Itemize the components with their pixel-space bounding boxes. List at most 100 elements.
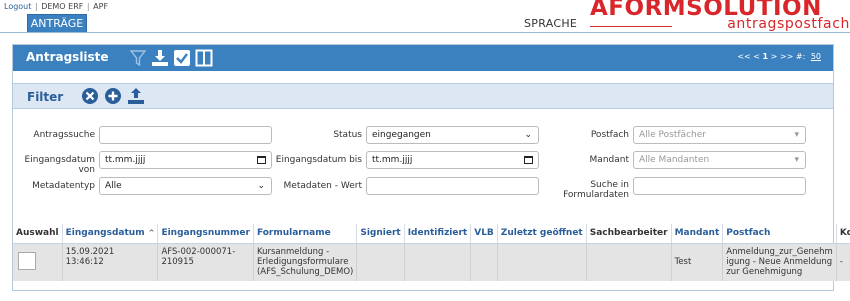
- pager: << < 1 > >> #: 50: [737, 52, 821, 61]
- column-identifiziert[interactable]: Identifiziert: [403, 224, 471, 244]
- language-menu[interactable]: SPRACHE: [524, 17, 577, 30]
- cell-line: 15.09.2021: [65, 246, 115, 257]
- label-line: Suche in: [590, 180, 629, 190]
- column-formularname[interactable]: Formularname: [252, 224, 357, 244]
- metadaten-wert-input[interactable]: [366, 177, 539, 195]
- cell-auswahl: [13, 243, 63, 281]
- pager-hash: #:: [795, 52, 806, 61]
- date-placeholder: tt.mm.jjjj: [105, 155, 146, 165]
- eingangsdatum-von-label: Eingangsdatum von: [24, 155, 95, 175]
- logout-link[interactable]: Logout: [4, 2, 31, 11]
- checkbox-checked-icon[interactable]: [173, 49, 191, 67]
- metadatentyp-value: Alle: [105, 181, 122, 191]
- table-header-row: Auswahl Eingangsdatum ^ Eingangsnummer Fo…: [13, 224, 850, 244]
- metadatentyp-select[interactable]: Alle ⌄: [99, 177, 272, 195]
- list-header: Antragsliste << < 1 > >> #: 50: [13, 45, 833, 71]
- cell-line: 210915: [161, 256, 194, 267]
- column-vlb[interactable]: VLB: [470, 224, 498, 244]
- cell-zuletzt-geoeffnet: [496, 243, 587, 281]
- logo-line: [590, 26, 672, 27]
- table-row[interactable]: 15.09.2021 13:46:12 AFS-002-000071- 210915…: [13, 243, 850, 281]
- tab-underline: [0, 32, 850, 33]
- column-eingangsnummer[interactable]: Eingangsnummer: [157, 224, 254, 244]
- eingangsdatum-von-input[interactable]: tt.mm.jjjj: [99, 151, 272, 169]
- list-title: Antragsliste: [26, 50, 109, 64]
- cell-eingangsdatum: 15.09.2021 13:46:12: [61, 243, 158, 281]
- mandant-value: Alle Mandanten: [639, 155, 710, 165]
- column-label: Eingangsdatum: [65, 228, 145, 239]
- suche-formulardaten-label: Suche in Formulardaten: [553, 180, 629, 200]
- chevron-down-icon: ▾: [794, 155, 799, 165]
- cell-sachbearbeiter: [585, 243, 672, 281]
- antragssuche-input[interactable]: [99, 126, 272, 144]
- filter-bar: Filter: [13, 83, 833, 109]
- cell-postfach: Anmeldung_zur_Genehm igung - Neue Anmeldu…: [722, 243, 837, 281]
- user-name: DEMO ERF: [41, 2, 84, 11]
- cell-line: Kursanmeldung -: [256, 246, 330, 257]
- chevron-down-icon: ▾: [794, 130, 799, 140]
- clear-icon[interactable]: [81, 87, 99, 105]
- cell-formularname: Kursanmeldung - Erledigungsformulare (AFS_…: [252, 243, 357, 281]
- postfach-value: Alle Postfächer: [639, 130, 706, 140]
- filter-icon[interactable]: [129, 49, 147, 67]
- chevron-down-icon: ⌄: [257, 181, 265, 191]
- postfach-select[interactable]: Alle Postfächer ▾: [633, 126, 806, 144]
- mandant-label: Mandant: [589, 155, 629, 165]
- column-auswahl: Auswahl: [13, 224, 63, 244]
- calendar-icon[interactable]: [524, 156, 533, 164]
- pager-next[interactable]: > >>: [771, 52, 794, 61]
- status-select[interactable]: eingegangen ⌄: [366, 126, 539, 144]
- column-komm: Komm: [835, 224, 850, 244]
- cell-line: AFS-002-000071-: [161, 246, 236, 257]
- cell-line: Erledigungsformulare: [256, 256, 349, 267]
- pager-prev[interactable]: << <: [737, 52, 760, 61]
- separator: |: [86, 2, 90, 11]
- cell-komm: -: [835, 243, 850, 281]
- separator: |: [34, 2, 38, 11]
- date-placeholder: tt.mm.jjjj: [372, 155, 413, 165]
- cell-line: Anmeldung_zur_Genehm: [726, 246, 833, 257]
- label-line: Formulardaten: [563, 190, 629, 200]
- metadaten-wert-label: Metadaten - Wert: [283, 181, 362, 191]
- add-icon[interactable]: [104, 87, 122, 105]
- sort-asc-icon: ^: [148, 229, 155, 238]
- cell-mandant: Test: [670, 243, 723, 281]
- cell-line: igung - Neue Anmeldung: [726, 256, 833, 267]
- calendar-icon[interactable]: [257, 156, 266, 164]
- mandant-select[interactable]: Alle Mandanten ▾: [633, 151, 806, 169]
- column-zuletzt-geoeffnet[interactable]: Zuletzt geöffnet: [496, 224, 587, 244]
- logo: AFORMSOLUTION antragspostfach: [590, 0, 850, 32]
- cell-line: zur Genehmigung: [726, 266, 803, 277]
- row-checkbox[interactable]: [18, 251, 36, 270]
- metadatentyp-label: Metadatentyp: [32, 181, 95, 191]
- column-mandant[interactable]: Mandant: [670, 224, 723, 244]
- postfach-label: Postfach: [590, 130, 629, 140]
- antragsliste-panel: Antragsliste << < 1 > >> #: 50 Filter An…: [12, 44, 850, 291]
- eingangsdatum-bis-input[interactable]: tt.mm.jjjj: [366, 151, 539, 169]
- cell-signiert: [356, 243, 405, 281]
- column-sachbearbeiter: Sachbearbeiter: [585, 224, 672, 244]
- cell-line: (AFS_Schulung_DEMO): [256, 266, 354, 277]
- logo-sub-text: antragspostfach: [727, 16, 850, 32]
- column-signiert[interactable]: Signiert: [356, 224, 405, 244]
- list-toolbar: [129, 48, 213, 68]
- pager-current: 1: [762, 52, 769, 61]
- antragssuche-label: Antragssuche: [33, 130, 95, 140]
- column-postfach[interactable]: Postfach: [722, 224, 837, 244]
- column-eingangsdatum[interactable]: Eingangsdatum ^: [61, 224, 158, 244]
- tab-antraege[interactable]: ANTRÄGE: [27, 14, 87, 32]
- cell-identifiziert: [403, 243, 471, 281]
- filter-toolbar: [81, 87, 145, 105]
- chevron-down-icon: ⌄: [524, 130, 532, 140]
- cell-vlb: [470, 243, 498, 281]
- cell-eingangsnummer: AFS-002-000071- 210915: [157, 243, 254, 281]
- top-links: Logout | DEMO ERF | APF: [4, 2, 108, 11]
- eingangsdatum-bis-label: Eingangsdatum bis: [275, 155, 362, 165]
- suche-formulardaten-input[interactable]: [633, 177, 806, 195]
- antrag-table: Auswahl Eingangsdatum ^ Eingangsnummer Fo…: [13, 224, 850, 281]
- cell-line: 13:46:12: [65, 256, 104, 267]
- download-icon[interactable]: [151, 49, 169, 67]
- upload-icon[interactable]: [127, 87, 145, 105]
- columns-icon[interactable]: [195, 49, 213, 67]
- per-page-select[interactable]: 50: [811, 52, 821, 61]
